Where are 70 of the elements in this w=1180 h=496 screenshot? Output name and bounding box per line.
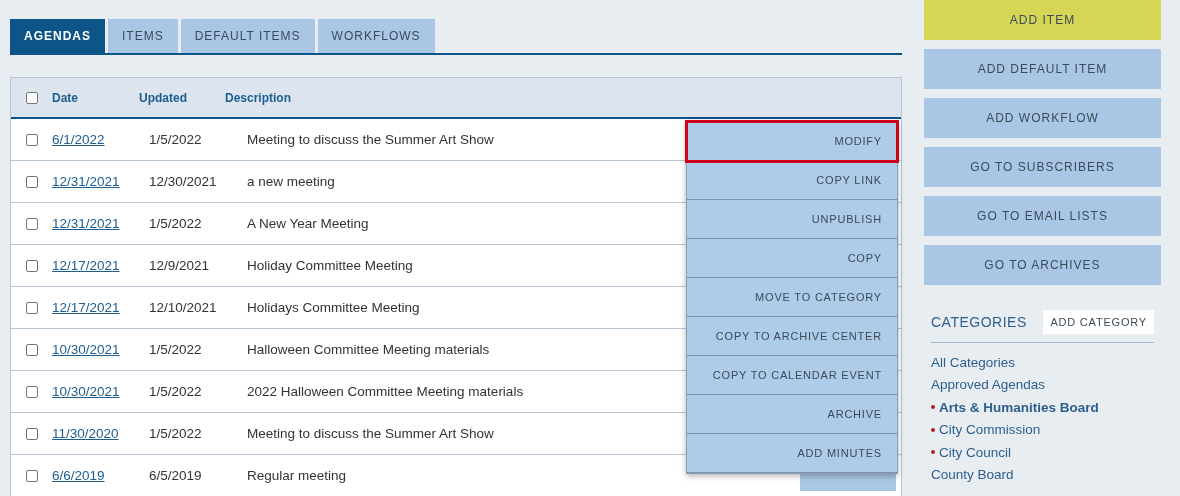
- row-checkbox[interactable]: [26, 217, 38, 230]
- menu-item[interactable]: COPY LINK: [687, 161, 897, 200]
- tab[interactable]: DEFAULT ITEMS: [180, 19, 315, 53]
- description-cell: Holidays Committee Meeting: [247, 300, 420, 315]
- categories-title: CATEGORIES: [931, 314, 1027, 330]
- sidebar-button[interactable]: ADD WORKFLOW: [924, 98, 1161, 138]
- column-header[interactable]: Description: [225, 90, 425, 105]
- column-header[interactable]: Date: [52, 90, 139, 105]
- date-link[interactable]: 12/31/2021: [52, 216, 149, 231]
- select-all-checkbox[interactable]: [26, 91, 38, 104]
- sidebar-button[interactable]: ADD DEFAULT ITEM: [924, 49, 1161, 89]
- sidebar-button[interactable]: GO TO ARCHIVES: [924, 245, 1161, 285]
- updated-cell-text: 12/9/2021: [149, 258, 211, 273]
- row-checkbox[interactable]: [26, 301, 38, 314]
- row-checkbox[interactable]: [26, 427, 38, 440]
- description-cell: Regular meeting: [247, 468, 347, 483]
- column-header[interactable]: Updated: [139, 90, 225, 105]
- menu-item[interactable]: COPY TO ARCHIVE CENTER: [687, 317, 897, 356]
- menu-item[interactable]: COPY TO CALENDAR EVENT: [687, 356, 897, 395]
- bullet-icon: [931, 427, 935, 432]
- description-cell: 2022 Halloween Committee Meeting materials: [247, 384, 524, 399]
- category-link[interactable]: Arts & Humanities Board: [931, 396, 1154, 419]
- row-checkbox[interactable]: [26, 175, 38, 188]
- description-cell: Halloween Committee Meeting materials: [247, 342, 490, 357]
- menu-item[interactable]: COPY: [687, 239, 897, 278]
- category-link[interactable]: County Board: [931, 463, 1154, 486]
- description-cell: Meeting to discuss the Summer Art Show: [247, 426, 494, 441]
- add-category-button[interactable]: ADD CATEGORY: [1043, 310, 1154, 334]
- updated-cell-text: 1/5/2022: [149, 384, 203, 399]
- description-cell: a new meeting: [247, 174, 335, 189]
- category-link[interactable]: City Council: [931, 441, 1154, 464]
- description-cell: Meeting to discuss the Summer Art Show: [247, 132, 494, 147]
- updated-cell-text: 1/5/2022: [149, 216, 203, 231]
- updated-cell-text: 12/10/2021: [149, 300, 218, 315]
- updated-cell-text: 1/5/2022: [149, 132, 203, 147]
- menu-item[interactable]: MOVE TO CATEGORY: [687, 278, 897, 317]
- category-link[interactable]: Approved Agendas: [931, 373, 1154, 396]
- row-checkbox[interactable]: [26, 385, 38, 398]
- tab[interactable]: AGENDAS: [10, 19, 105, 53]
- sidebar-button[interactable]: GO TO SUBSCRIBERS: [924, 147, 1161, 187]
- category-link[interactable]: All Categories: [931, 351, 1154, 374]
- updated-cell-text: 12/30/2021: [149, 174, 218, 189]
- menu-item[interactable]: ADD MINUTES: [687, 434, 897, 473]
- date-link[interactable]: 12/31/2021: [52, 174, 149, 189]
- bullet-icon: [931, 450, 935, 455]
- updated-cell-text: 1/5/2022: [149, 426, 203, 441]
- row-checkbox[interactable]: [26, 133, 38, 146]
- date-link[interactable]: 6/6/2019: [52, 468, 149, 483]
- description-cell: A New Year Meeting: [247, 216, 369, 231]
- date-link[interactable]: 10/30/2021: [52, 342, 149, 357]
- date-link[interactable]: 6/1/2022: [52, 132, 149, 147]
- tab[interactable]: ITEMS: [108, 19, 178, 53]
- sidebar-button[interactable]: GO TO EMAIL LISTS: [924, 196, 1161, 236]
- description-cell: Holiday Committee Meeting: [247, 258, 413, 273]
- category-link[interactable]: City Commission: [931, 418, 1154, 441]
- date-link[interactable]: 12/17/2021: [52, 258, 149, 273]
- tab[interactable]: WORKFLOWS: [317, 19, 435, 53]
- menu-item[interactable]: MODIFY: [687, 122, 897, 161]
- updated-cell-text: 1/5/2022: [149, 342, 203, 357]
- sidebar-button[interactable]: ADD ITEM: [924, 0, 1161, 40]
- date-link[interactable]: 10/30/2021: [52, 384, 149, 399]
- date-link[interactable]: 11/30/2020: [52, 426, 149, 441]
- menu-item[interactable]: ARCHIVE: [687, 395, 897, 434]
- row-checkbox[interactable]: [26, 259, 38, 272]
- row-checkbox[interactable]: [26, 469, 38, 482]
- menu-item[interactable]: UNPUBLISH: [687, 200, 897, 239]
- row-checkbox[interactable]: [26, 343, 38, 356]
- updated-cell-text: 6/5/2019: [149, 468, 203, 483]
- date-link[interactable]: 12/17/2021: [52, 300, 149, 315]
- bullet-icon: [931, 405, 935, 410]
